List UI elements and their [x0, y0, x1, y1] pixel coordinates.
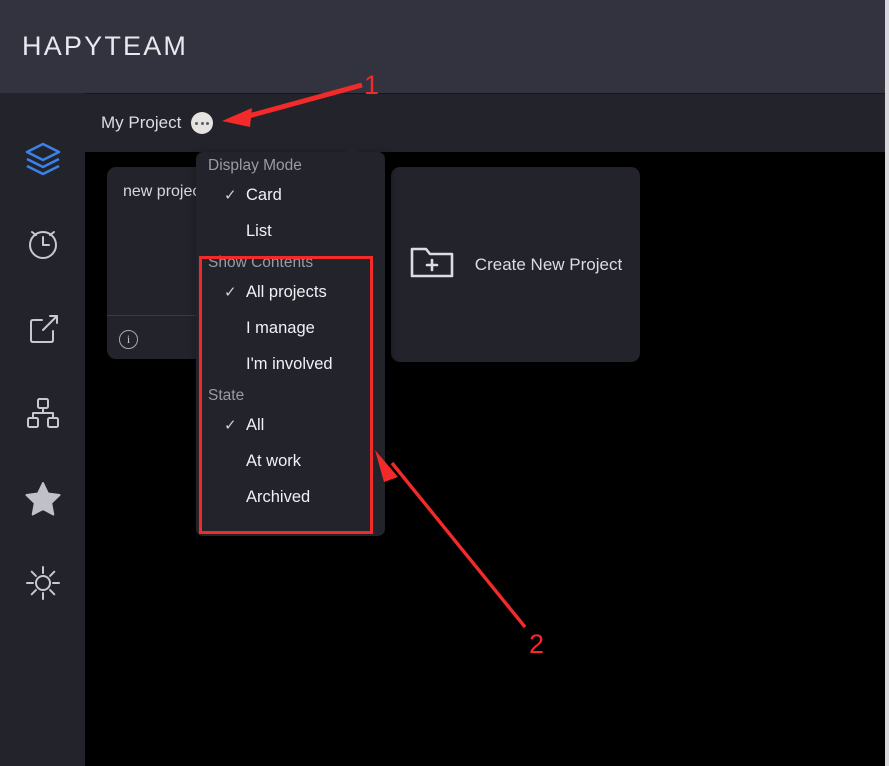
page-title: HAPYTEAM [22, 31, 189, 61]
menu-item-archived[interactable]: Archived [196, 479, 385, 515]
menu-item-im-involved[interactable]: I'm involved [196, 346, 385, 382]
menu-item-label: Card [246, 185, 282, 204]
create-new-project-card[interactable]: Create New Project [391, 167, 640, 362]
top-header: HAPYTEAM [0, 0, 889, 93]
menu-item-list[interactable]: List [196, 213, 385, 249]
menu-section-display-mode-label: Display Mode [208, 157, 302, 174]
create-new-project-label: Create New Project [474, 254, 623, 274]
project-bar: My Project [85, 93, 889, 152]
menu-item-all-projects[interactable]: ✓ All projects [196, 274, 385, 310]
ellipsis-icon [195, 121, 199, 125]
sidebar-item-share[interactable] [0, 285, 85, 370]
ellipsis-icon [206, 121, 210, 125]
ellipsis-icon [200, 121, 204, 125]
project-card-footer: i [119, 330, 138, 349]
menu-item-label: All projects [246, 282, 327, 301]
check-icon: ✓ [224, 186, 237, 204]
menu-section-show-contents-label: Show Contents [208, 254, 314, 271]
menu-item-label: List [246, 221, 272, 240]
sidebar-item-projects[interactable] [0, 115, 85, 200]
share-export-icon [23, 308, 63, 348]
menu-item-at-work[interactable]: At work [196, 443, 385, 479]
right-edge-strip [885, 0, 889, 766]
gear-icon [23, 563, 63, 603]
menu-item-label: At work [246, 451, 302, 470]
menu-item-label: All [246, 415, 265, 434]
check-icon: ✓ [224, 416, 237, 434]
sidebar [0, 93, 85, 766]
sitemap-icon [23, 393, 63, 433]
menu-item-label: I manage [246, 318, 315, 337]
layers-icon [23, 138, 63, 178]
project-more-options-button[interactable] [191, 112, 214, 134]
menu-item-all[interactable]: ✓ All [196, 407, 385, 443]
alarm-clock-icon [23, 223, 63, 263]
info-circle-icon[interactable]: i [119, 330, 138, 349]
menu-item-label: Archived [246, 487, 311, 506]
display-options-menu: Display Mode ✓ Card List Show Contents ✓… [196, 145, 385, 536]
app-root: HAPYTEAM My Project new projec i Create … [0, 0, 889, 766]
menu-item-card[interactable]: ✓ Card [196, 177, 385, 213]
menu-item-i-manage[interactable]: I manage [196, 310, 385, 346]
check-icon: ✓ [224, 283, 237, 301]
menu-pointer [344, 145, 360, 153]
sidebar-item-settings[interactable] [0, 540, 85, 625]
menu-item-label: I'm involved [246, 354, 333, 373]
project-bar-title: My Project [101, 113, 182, 132]
folder-plus-icon [409, 242, 455, 287]
sidebar-item-favorites[interactable] [0, 455, 85, 540]
menu-section-state-label: State [208, 387, 245, 404]
sidebar-item-schedule[interactable] [0, 200, 85, 285]
star-icon [23, 478, 63, 518]
sidebar-item-organization[interactable] [0, 370, 85, 455]
